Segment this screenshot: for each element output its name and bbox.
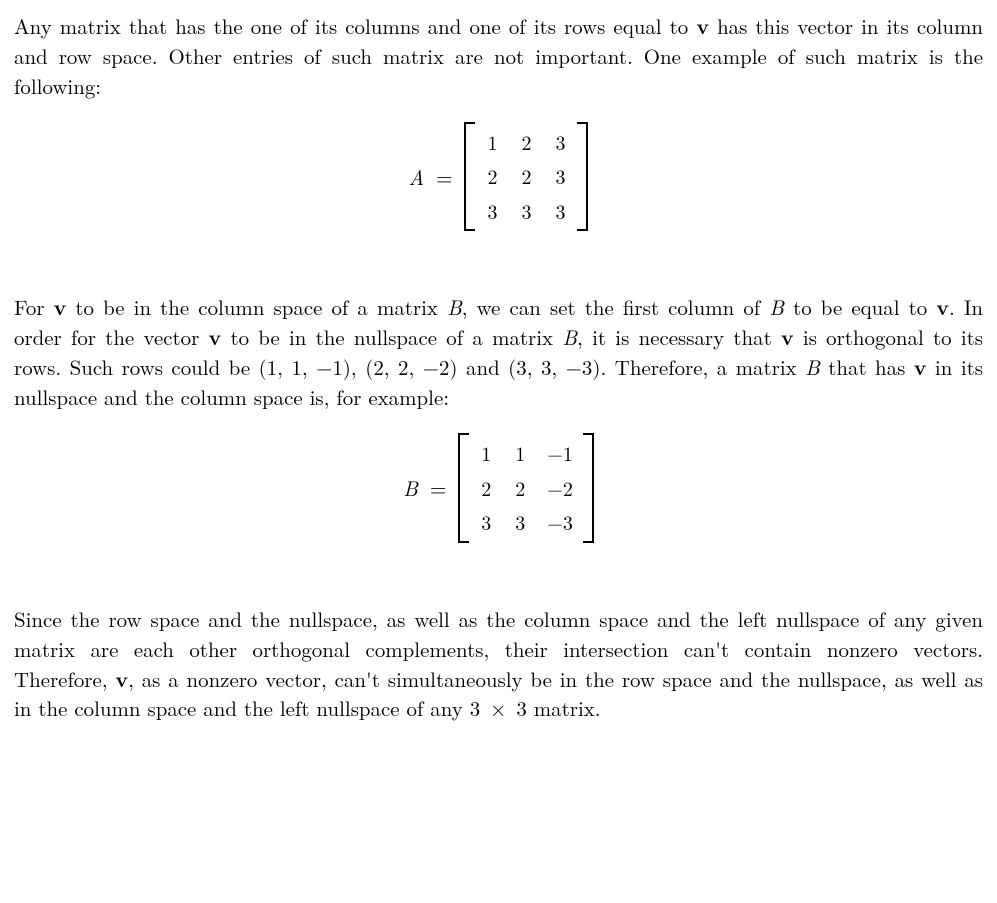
text: to be equal to [784, 292, 936, 322]
matrix-cell: −3 [547, 508, 573, 537]
vector-v: v [914, 352, 927, 382]
matrix-B-symbol: B [805, 352, 820, 382]
vector-v: v [696, 11, 709, 41]
equals-sign: = [436, 162, 452, 192]
vector-v: v [115, 664, 128, 694]
vector-v: v [209, 322, 222, 352]
matrix-cell: 3 [519, 197, 533, 226]
matrix-cell: 3 [479, 508, 493, 537]
equals-sign: = [430, 473, 446, 503]
matrix-cell: 1 [485, 128, 499, 157]
left-bracket-icon [464, 122, 475, 232]
matrix-cell: 2 [519, 128, 533, 157]
matrix-equation-B: B = 1 1 −1 2 2 −2 3 3 −3 [14, 433, 983, 543]
paragraph-1: Any matrix that has the one of its colum… [14, 12, 983, 102]
matrix-cell: 1 [513, 439, 527, 468]
matrix-cell: 3 [553, 162, 567, 191]
text: to be in the column space of a matrix [66, 292, 447, 322]
times-symbol: × [487, 693, 509, 723]
right-bracket-icon [583, 433, 594, 543]
matrix-cell: 2 [479, 474, 493, 503]
paragraph-3: Since the row space and the nullspace, a… [14, 605, 983, 725]
matrix-cell: −1 [547, 439, 573, 468]
vector-v: v [54, 292, 67, 322]
matrix-cell: 2 [485, 162, 499, 191]
matrix-cell: 3 [553, 197, 567, 226]
left-bracket-icon [458, 433, 469, 543]
matrix-equation-A: A = 1 2 3 2 2 3 3 3 3 [14, 122, 983, 232]
text: For [14, 292, 54, 322]
matrix-lhs: B [403, 473, 418, 503]
vector-v: v [781, 322, 794, 352]
matrix-B: 1 1 −1 2 2 −2 3 3 −3 [458, 433, 594, 543]
text: 3 matrix. [509, 693, 600, 723]
matrix-cell: 2 [513, 474, 527, 503]
right-bracket-icon [577, 122, 588, 232]
text: Any matrix that has the one of its colum… [14, 11, 696, 41]
matrix-cell: 3 [513, 508, 527, 537]
text: , we can set the first column of [462, 292, 770, 322]
matrix-A: 1 2 3 2 2 3 3 3 3 [464, 122, 588, 232]
matrix-cell: 1 [479, 439, 493, 468]
paragraph-2: For v to be in the column space of a mat… [14, 293, 983, 413]
matrix-cell: 2 [519, 162, 533, 191]
matrix-cell: 3 [553, 128, 567, 157]
text: that has [820, 352, 914, 382]
matrix-cell: −2 [547, 474, 573, 503]
text: to be in the nullspace of a matrix [221, 322, 562, 352]
matrix-B-symbol: B [562, 322, 577, 352]
vector-v: v [936, 292, 949, 322]
matrix-B-symbol: B [769, 292, 784, 322]
text: , it is necessary that [577, 322, 781, 352]
matrix-cell: 3 [485, 197, 499, 226]
matrix-B-symbol: B [447, 292, 462, 322]
matrix-lhs: A [409, 162, 425, 192]
